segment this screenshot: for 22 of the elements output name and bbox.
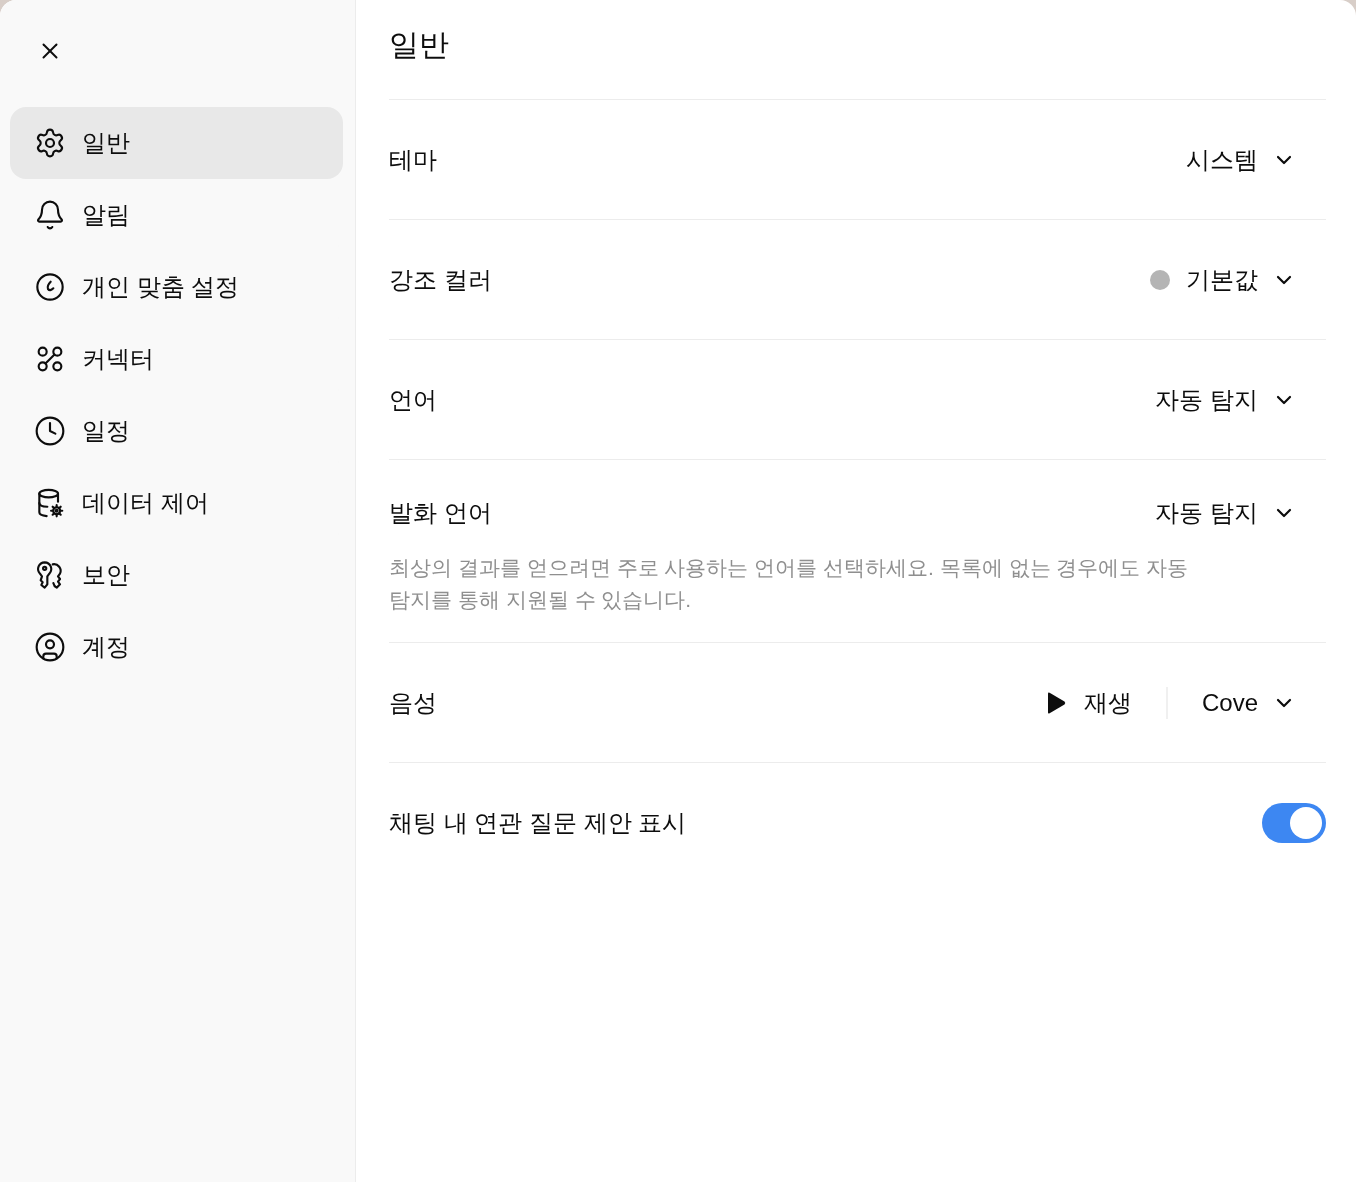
circle-swirl-icon	[34, 271, 66, 303]
setting-description: 최상의 결과를 얻으려면 주로 사용하는 언어를 선택하세요. 목록에 없는 경우에도 자동 탐지를 통해 지원될 수 있습니다.	[389, 555, 1190, 613]
page-title: 일반	[389, 26, 449, 63]
play-icon	[1045, 690, 1066, 715]
dropdown-select[interactable]: 자동 탐지	[1155, 496, 1296, 530]
toggle-switch[interactable]	[1262, 803, 1326, 843]
settings-icon	[34, 127, 66, 159]
setting-label: 음성	[389, 687, 437, 718]
bell-icon	[34, 199, 66, 231]
setting-label: 채팅 내 연관 질문 제안 표시	[389, 808, 687, 838]
clock-icon	[34, 415, 66, 447]
play-button[interactable]: 재생	[1045, 685, 1132, 720]
nav-item[interactable]: 일반	[10, 107, 343, 179]
dropdown-select[interactable]: 기본값	[1150, 262, 1296, 297]
setting-label: 테마	[389, 144, 437, 175]
setting-label: 언어	[389, 384, 437, 415]
voice-select[interactable]: Cove	[1201, 685, 1296, 720]
setting-label: 발화 언어	[389, 498, 492, 528]
setting-label: 강조 컬러	[389, 264, 492, 295]
dropdown-select[interactable]: 시스템	[1186, 142, 1296, 177]
user-circle-icon	[34, 631, 66, 663]
dropdown-select[interactable]: 자동 탐지	[1155, 382, 1296, 417]
